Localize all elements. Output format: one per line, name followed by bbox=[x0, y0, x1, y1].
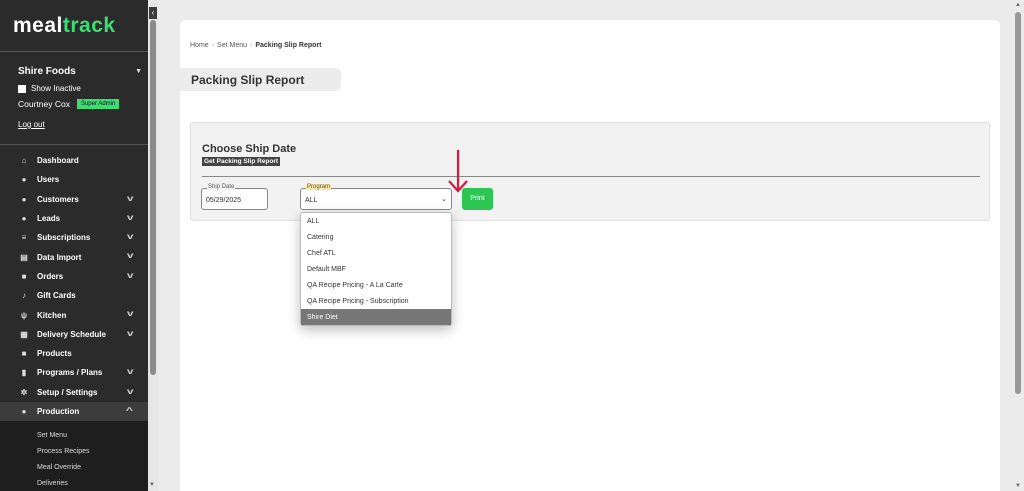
calendar-icon: ▦ bbox=[20, 329, 28, 339]
annotation-arrow-icon bbox=[448, 150, 468, 193]
program-value: ALL bbox=[305, 197, 318, 204]
layers-icon: ≡ bbox=[21, 233, 27, 243]
clipboard-icon: ▮ bbox=[21, 368, 27, 378]
divider bbox=[202, 176, 980, 177]
dropdown-option[interactable]: Catering bbox=[301, 229, 451, 245]
nav-programs-plans[interactable]: ▮ Programs / Plans v bbox=[0, 363, 148, 382]
breadcrumb: Home › Set Menu › Packing Slip Report bbox=[190, 42, 321, 49]
breadcrumb-separator: › bbox=[211, 42, 215, 49]
chevron-down-icon[interactable]: ⌄ bbox=[441, 195, 447, 203]
production-submenu: Set Menu Process Recipes Meal Override D… bbox=[0, 421, 148, 491]
chevron-down-icon: v bbox=[126, 232, 134, 242]
info-icon: ● bbox=[21, 214, 27, 224]
chevron-down-icon: v bbox=[126, 309, 134, 319]
sub-meal-override[interactable]: Meal Override bbox=[0, 459, 148, 475]
nav-products[interactable]: ■ Products bbox=[0, 344, 148, 363]
sidebar: mealtrack Shire Foods ▼ Show Inactive Co… bbox=[0, 0, 148, 491]
logout-link[interactable]: Log out bbox=[18, 120, 148, 129]
nav-orders[interactable]: ■ Orders v bbox=[0, 267, 148, 286]
chevron-down-icon: v bbox=[126, 386, 134, 396]
chevron-down-icon: v bbox=[126, 328, 134, 338]
gear-icon: ✲ bbox=[20, 387, 28, 397]
home-icon: ⌂ bbox=[21, 156, 27, 166]
chevron-down-icon: v bbox=[126, 367, 134, 377]
nav-gift-cards[interactable]: ♪ Gift Cards bbox=[0, 286, 148, 305]
scroll-up-icon[interactable]: ▲ bbox=[1015, 2, 1021, 8]
page-title: Packing Slip Report bbox=[180, 68, 341, 91]
utensils-icon: ψ bbox=[20, 310, 28, 320]
sub-deliveries[interactable]: Deliveries bbox=[0, 475, 148, 491]
user-info: Courtney Cox Super Admin bbox=[18, 99, 148, 109]
panel-title: Choose Ship Date bbox=[202, 143, 297, 155]
gift-card-icon: ♪ bbox=[22, 291, 26, 301]
program-label: Program bbox=[306, 184, 332, 190]
nav-leads[interactable]: ● Leads v bbox=[0, 209, 148, 228]
checkbox[interactable] bbox=[18, 84, 26, 93]
users-icon: ● bbox=[21, 194, 27, 204]
caret-down-icon[interactable]: ▼ bbox=[135, 68, 142, 75]
dropdown-option[interactable]: Default MBF bbox=[301, 261, 451, 277]
dropdown-option[interactable]: ALL bbox=[301, 213, 451, 229]
chevron-down-icon: v bbox=[126, 212, 134, 222]
dropdown-option[interactable]: QA Recipe Pricing - Subscription bbox=[301, 293, 451, 309]
app-logo[interactable]: mealtrack bbox=[0, 0, 148, 52]
role-badge: Super Admin bbox=[76, 99, 120, 109]
breadcrumb-separator: › bbox=[250, 42, 253, 49]
org-name[interactable]: Shire Foods bbox=[18, 66, 148, 77]
main-nav: ⌂ Dashboard ● Users ● Customers v ● Leads v ≡ S… bbox=[0, 151, 148, 422]
panel-subtitle: Get Packing Slip Report bbox=[202, 157, 281, 166]
user-icon: ● bbox=[21, 407, 27, 416]
show-inactive-toggle[interactable]: Show Inactive bbox=[18, 84, 148, 93]
ship-date-value: 05/29/2025 bbox=[206, 197, 242, 204]
program-dropdown-list: ALL Catering Chef ATL Default MBF QA Rec… bbox=[300, 212, 452, 326]
scroll-down-icon[interactable]: ▼ bbox=[149, 482, 155, 488]
breadcrumb-set-menu[interactable]: Set Menu bbox=[217, 42, 247, 49]
scrollbar-thumb[interactable] bbox=[150, 20, 156, 375]
sub-set-menu[interactable]: Set Menu bbox=[0, 427, 148, 443]
user-name: Courtney Cox bbox=[18, 99, 70, 109]
org-panel: Shire Foods ▼ Show Inactive Courtney Cox… bbox=[0, 52, 148, 145]
dropdown-option[interactable]: QA Recipe Pricing - A La Carte bbox=[301, 277, 451, 293]
nav-dashboard[interactable]: ⌂ Dashboard bbox=[0, 151, 148, 170]
bag-icon: ■ bbox=[21, 271, 27, 281]
nav-production[interactable]: ● Production ^ bbox=[0, 401, 148, 422]
nav-subscriptions[interactable]: ≡ Subscriptions v bbox=[0, 228, 148, 247]
main-scrollbar[interactable]: ▲ ▼ bbox=[1012, 0, 1024, 491]
ship-date-label: Ship Date bbox=[207, 184, 236, 190]
nav-customers[interactable]: ● Customers v bbox=[0, 190, 148, 209]
nav-delivery-schedule[interactable]: ▦ Delivery Schedule v bbox=[0, 325, 148, 344]
sidebar-scrollbar[interactable]: ‹ ▼ bbox=[148, 0, 158, 491]
chevron-up-icon: ^ bbox=[126, 405, 134, 415]
collapse-sidebar-button[interactable]: ‹ bbox=[149, 7, 157, 19]
box-icon: ■ bbox=[21, 349, 27, 359]
sub-process-recipes[interactable]: Process Recipes bbox=[0, 443, 148, 459]
dropdown-option-highlighted[interactable]: Shire Diet bbox=[301, 309, 451, 325]
breadcrumb-home[interactable]: Home bbox=[190, 42, 209, 49]
ship-date-field[interactable]: Ship Date 05/29/2025 bbox=[201, 184, 268, 210]
chevron-down-icon: v bbox=[126, 270, 134, 280]
chevron-down-icon: v bbox=[126, 251, 134, 261]
dropdown-option[interactable]: Chef ATL bbox=[301, 245, 451, 261]
nav-kitchen[interactable]: ψ Kitchen v bbox=[0, 305, 148, 324]
file-icon: ▤ bbox=[20, 252, 28, 262]
scroll-down-icon[interactable]: ▼ bbox=[1015, 483, 1021, 489]
user-icon: ● bbox=[21, 175, 27, 185]
breadcrumb-current: Packing Slip Report bbox=[255, 42, 322, 49]
chevron-down-icon: v bbox=[126, 193, 134, 203]
nav-data-import[interactable]: ▤ Data Import v bbox=[0, 247, 148, 266]
ship-date-panel: Choose Ship Date Get Packing Slip Report… bbox=[190, 122, 990, 221]
nav-users[interactable]: ● Users bbox=[0, 170, 148, 189]
scrollbar-thumb[interactable] bbox=[1015, 12, 1021, 394]
nav-setup-settings[interactable]: ✲ Setup / Settings v bbox=[0, 383, 148, 402]
program-select[interactable]: Program ALL ⌄ bbox=[300, 184, 452, 210]
